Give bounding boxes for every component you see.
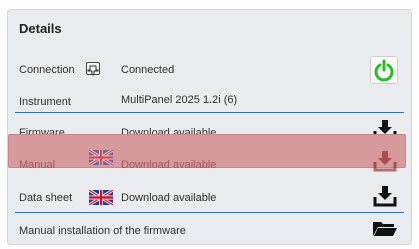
datasheet-status: Download available [121, 192, 217, 204]
download-icon [373, 151, 397, 172]
manual-status: Download available [121, 159, 217, 171]
separator [15, 212, 404, 213]
uk-flag-icon [88, 148, 114, 167]
pin-icon [86, 62, 100, 76]
datasheet-label: Data sheet [19, 192, 73, 204]
manual-install-label: Manual installation of the firmware [19, 225, 186, 237]
power-button[interactable] [370, 56, 398, 84]
manual-download-button[interactable] [372, 149, 398, 173]
instrument-label: Instrument [19, 96, 71, 108]
manual-label: Manual [19, 159, 56, 171]
connection-label: Connection [19, 64, 75, 76]
download-icon [373, 186, 397, 207]
connection-status: Connected [121, 64, 175, 76]
details-panel: Details Connection Connected Instrument … [7, 9, 412, 245]
open-folder-button[interactable] [372, 219, 398, 237]
power-icon [374, 59, 394, 82]
uk-flag-icon [88, 188, 114, 207]
instrument-value: MultiPanel 2025 1.2i (6) [121, 94, 238, 106]
datasheet-download-button[interactable] [372, 184, 398, 208]
folder-icon [373, 222, 397, 236]
panel-title: Details [19, 21, 62, 36]
separator [15, 112, 404, 113]
